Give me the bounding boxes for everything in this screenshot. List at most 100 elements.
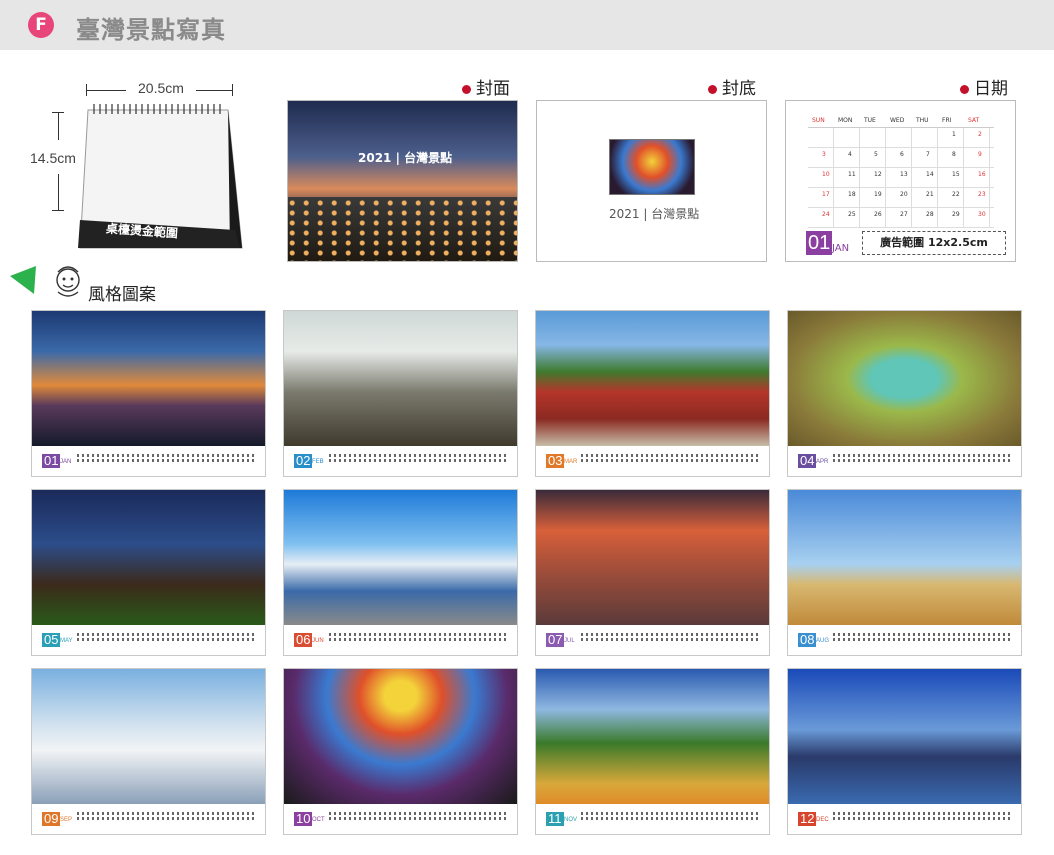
month-photo [536, 311, 769, 446]
month-number: 07 [546, 632, 565, 647]
month-card[interactable]: 10 OCT [283, 668, 518, 835]
date-cell: 21 [926, 191, 934, 198]
day-strip [329, 452, 509, 470]
month-name: AUG [816, 638, 830, 644]
month-photo [284, 490, 517, 625]
cover-title: 2021 | 台灣景點 [358, 151, 453, 165]
date-label-group: 日期 [960, 74, 1008, 99]
month-name: NOV [564, 817, 578, 823]
back-title: 2021 | 台灣景點 [609, 207, 700, 221]
date-cell: 17 [822, 191, 830, 198]
style-section: 風格圖案 [8, 262, 208, 305]
month-name: APR [816, 459, 829, 465]
weekday-label: WED [890, 117, 905, 124]
month-card[interactable]: 04 APR [787, 310, 1022, 477]
month-strip: 08 AUG [788, 625, 1021, 655]
day-strip [833, 452, 1013, 470]
cover-label: 封面 [476, 79, 510, 99]
month-card[interactable]: 07 JUL [535, 489, 770, 656]
date-cell: 11 [848, 171, 856, 178]
month-grid: 01 JAN 02 FEB 03 MAR 04 APR 05 MAY 06 JUN 07 JUL 08 AUG… [31, 310, 1026, 840]
month-name: JUN [312, 638, 324, 644]
month-card[interactable]: 12 DEC [787, 668, 1022, 835]
date-cell: 25 [848, 211, 856, 218]
month-number: 02 [294, 453, 313, 468]
date-cell: 23 [978, 191, 986, 198]
month-card[interactable]: 06 JUN [283, 489, 518, 656]
month-number: 08 [798, 632, 817, 647]
date-cell: 12 [874, 171, 882, 178]
month-card[interactable]: 02 FEB [283, 310, 518, 477]
month-card[interactable]: 05 MAY [31, 489, 266, 656]
month-photo [788, 669, 1021, 804]
weekday-label: SAT [968, 117, 980, 124]
month-photo [536, 490, 769, 625]
month-strip: 06 JUN [284, 625, 517, 655]
day-strip [581, 452, 761, 470]
month-strip: 04 APR [788, 446, 1021, 476]
date-month-name: JAN [832, 243, 850, 254]
weekday-label: TUE [864, 117, 876, 124]
weekday-label: THU [916, 117, 929, 124]
date-preview[interactable]: SUN MON TUE WED THU FRI SAT 1 2 3 4 5 6 7 8 9 10 11 12 13 1… [785, 100, 1016, 262]
day-strip [581, 631, 761, 649]
date-cell: 1 [952, 131, 956, 138]
date-cell: 4 [848, 151, 852, 158]
date-cell: 24 [822, 211, 830, 218]
month-name: JUL [564, 638, 575, 644]
month-number: 01 [42, 453, 61, 468]
month-card[interactable]: 11 NOV [535, 668, 770, 835]
date-cell: 30 [978, 211, 986, 218]
date-cell: 14 [926, 171, 934, 178]
date-month-num: 01 [806, 231, 833, 255]
date-cell: 15 [952, 171, 960, 178]
back-preview[interactable]: 2021 | 台灣景點 [536, 100, 767, 262]
product-illustration: 20.5cm 14.5cm 桌檯燙金範圍 [20, 70, 260, 260]
month-strip: 05 MAY [32, 625, 265, 655]
month-name: OCT [312, 817, 325, 823]
month-strip: 11 NOV [536, 804, 769, 834]
month-number: 12 [798, 811, 817, 826]
cover-preview[interactable]: 2021 | 台灣景點 [287, 100, 518, 262]
ad-area-label: 廣告範圍 12x2.5cm [862, 231, 1006, 255]
red-dot-icon [960, 84, 969, 94]
section-badge: F [28, 12, 54, 38]
date-cell: 7 [926, 151, 930, 158]
month-number: 04 [798, 453, 817, 468]
date-cell: 27 [900, 211, 908, 218]
date-cell: 10 [822, 171, 830, 178]
month-strip: 09 SEP [32, 804, 265, 834]
month-strip: 03 MAR [536, 446, 769, 476]
date-cell: 8 [952, 151, 956, 158]
month-card[interactable]: 03 MAR [535, 310, 770, 477]
month-card[interactable]: 08 AUG [787, 489, 1022, 656]
red-dot-icon [462, 84, 471, 94]
date-cell: 20 [900, 191, 908, 198]
day-strip [77, 452, 257, 470]
month-name: MAR [564, 459, 578, 465]
weekday-label: SUN [812, 117, 825, 124]
month-name: FEB [312, 459, 324, 465]
day-strip [581, 810, 761, 828]
month-name: JAN [60, 459, 72, 465]
month-photo [788, 490, 1021, 625]
month-card[interactable]: 09 SEP [31, 668, 266, 835]
date-cell: 28 [926, 211, 934, 218]
weekday-row: SUN MON TUE WED THU FRI SAT [808, 117, 1008, 125]
width-label: 20.5cm [138, 80, 184, 96]
style-section-label: 風格圖案 [88, 285, 156, 305]
page-title: 臺灣景點寫真 [76, 16, 226, 44]
leaf-icon [10, 266, 80, 297]
date-cell: 18 [848, 191, 856, 198]
day-strip [329, 631, 509, 649]
month-card[interactable]: 01 JAN [31, 310, 266, 477]
weekday-label: MON [838, 117, 853, 124]
back-label: 封底 [722, 79, 756, 99]
date-label: 日期 [974, 79, 1008, 99]
month-name: SEP [60, 817, 73, 823]
month-name: DEC [816, 817, 829, 823]
date-cell: 22 [952, 191, 960, 198]
month-strip: 01 JAN [32, 446, 265, 476]
month-name: MAY [60, 638, 73, 644]
date-cell: 16 [978, 171, 986, 178]
